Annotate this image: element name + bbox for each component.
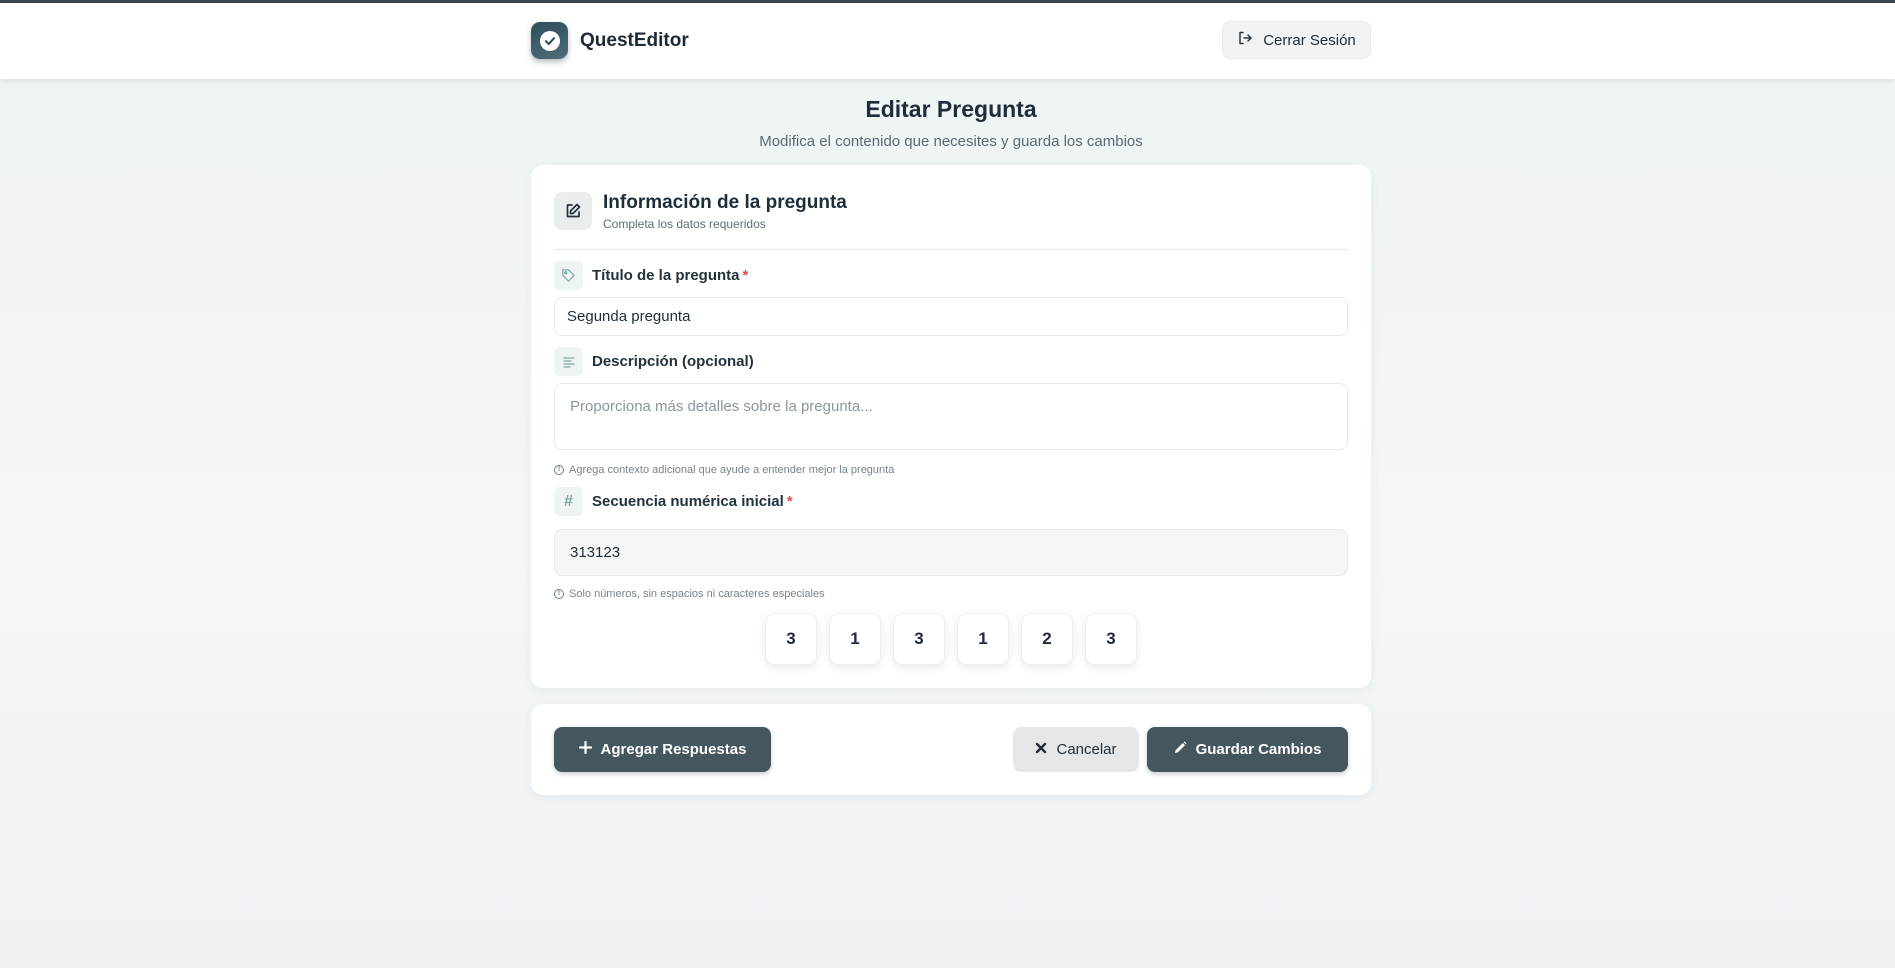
sequence-digit: 1 xyxy=(829,613,881,665)
logout-button[interactable]: Cerrar Sesión xyxy=(1222,21,1371,59)
description-hint: ! Agrega contexto adicional que ayude a … xyxy=(554,464,894,476)
sequence-digit: 3 xyxy=(1085,613,1137,665)
brand[interactable]: QuestEditor xyxy=(531,22,689,59)
cancel-button[interactable]: Cancelar xyxy=(1013,727,1139,772)
title-field-label: Título de la pregunta * xyxy=(554,261,748,290)
question-title-input[interactable] xyxy=(554,297,1348,336)
sequence-input[interactable] xyxy=(554,529,1348,576)
section-title: Información de la pregunta xyxy=(603,192,847,213)
sign-out-icon xyxy=(1237,30,1253,50)
sequence-hint-text: Solo números, sin espacios ni caracteres… xyxy=(569,588,825,600)
description-hint-text: Agrega contexto adicional que ayude a en… xyxy=(569,464,895,476)
page-header: Editar Pregunta Modifica el contenido qu… xyxy=(531,96,1371,150)
cancel-label: Cancelar xyxy=(1056,741,1117,758)
sequence-hint: ! Solo números, sin espacios ni caracter… xyxy=(554,588,825,600)
page-title: Editar Pregunta xyxy=(865,96,1037,122)
check-circle-icon xyxy=(539,30,560,51)
align-left-icon xyxy=(554,347,583,376)
actions-card: Agregar Respuestas Cancelar Guardar Camb… xyxy=(531,704,1371,795)
page-subtitle: Modifica el contenido que necesites y gu… xyxy=(759,133,1143,150)
question-description-input[interactable] xyxy=(554,383,1348,450)
plus-icon xyxy=(578,740,592,758)
sequence-digit: 3 xyxy=(765,613,817,665)
app-name: QuestEditor xyxy=(580,29,689,51)
add-answers-label: Agregar Respuestas xyxy=(600,741,747,758)
title-label-text: Título de la pregunta xyxy=(592,267,740,284)
required-mark: * xyxy=(742,267,749,284)
section-header: Información de la pregunta Completa los … xyxy=(554,192,1348,250)
app-logo xyxy=(531,22,568,59)
sequence-field-label: # Secuencia numérica inicial * xyxy=(554,487,793,516)
description-label-text: Descripción (opcional) xyxy=(592,353,754,370)
required-mark: * xyxy=(786,493,793,510)
save-changes-label: Guardar Cambios xyxy=(1195,741,1322,758)
sequence-digit: 1 xyxy=(957,613,1009,665)
x-icon xyxy=(1035,741,1047,758)
section-subtitle: Completa los datos requeridos xyxy=(603,217,766,231)
sequence-digit: 2 xyxy=(1021,613,1073,665)
info-circle-icon: ! xyxy=(554,589,564,599)
add-answers-button[interactable]: Agregar Respuestas xyxy=(554,727,771,772)
description-field-label: Descripción (opcional) xyxy=(554,347,754,376)
sequence-label-text: Secuencia numérica inicial xyxy=(592,493,784,510)
tag-icon xyxy=(554,261,583,290)
edit-icon xyxy=(554,192,592,230)
logout-label: Cerrar Sesión xyxy=(1263,31,1356,49)
sequence-digit: 3 xyxy=(893,613,945,665)
sequence-digit-preview: 3 1 3 1 2 3 xyxy=(531,613,1371,665)
save-changes-button[interactable]: Guardar Cambios xyxy=(1147,727,1348,772)
info-circle-icon: ! xyxy=(554,465,564,475)
question-form-card: Información de la pregunta Completa los … xyxy=(531,165,1371,688)
navbar: QuestEditor Cerrar Sesión xyxy=(0,3,1895,79)
hash-icon: # xyxy=(554,487,583,516)
pencil-icon xyxy=(1174,741,1187,758)
